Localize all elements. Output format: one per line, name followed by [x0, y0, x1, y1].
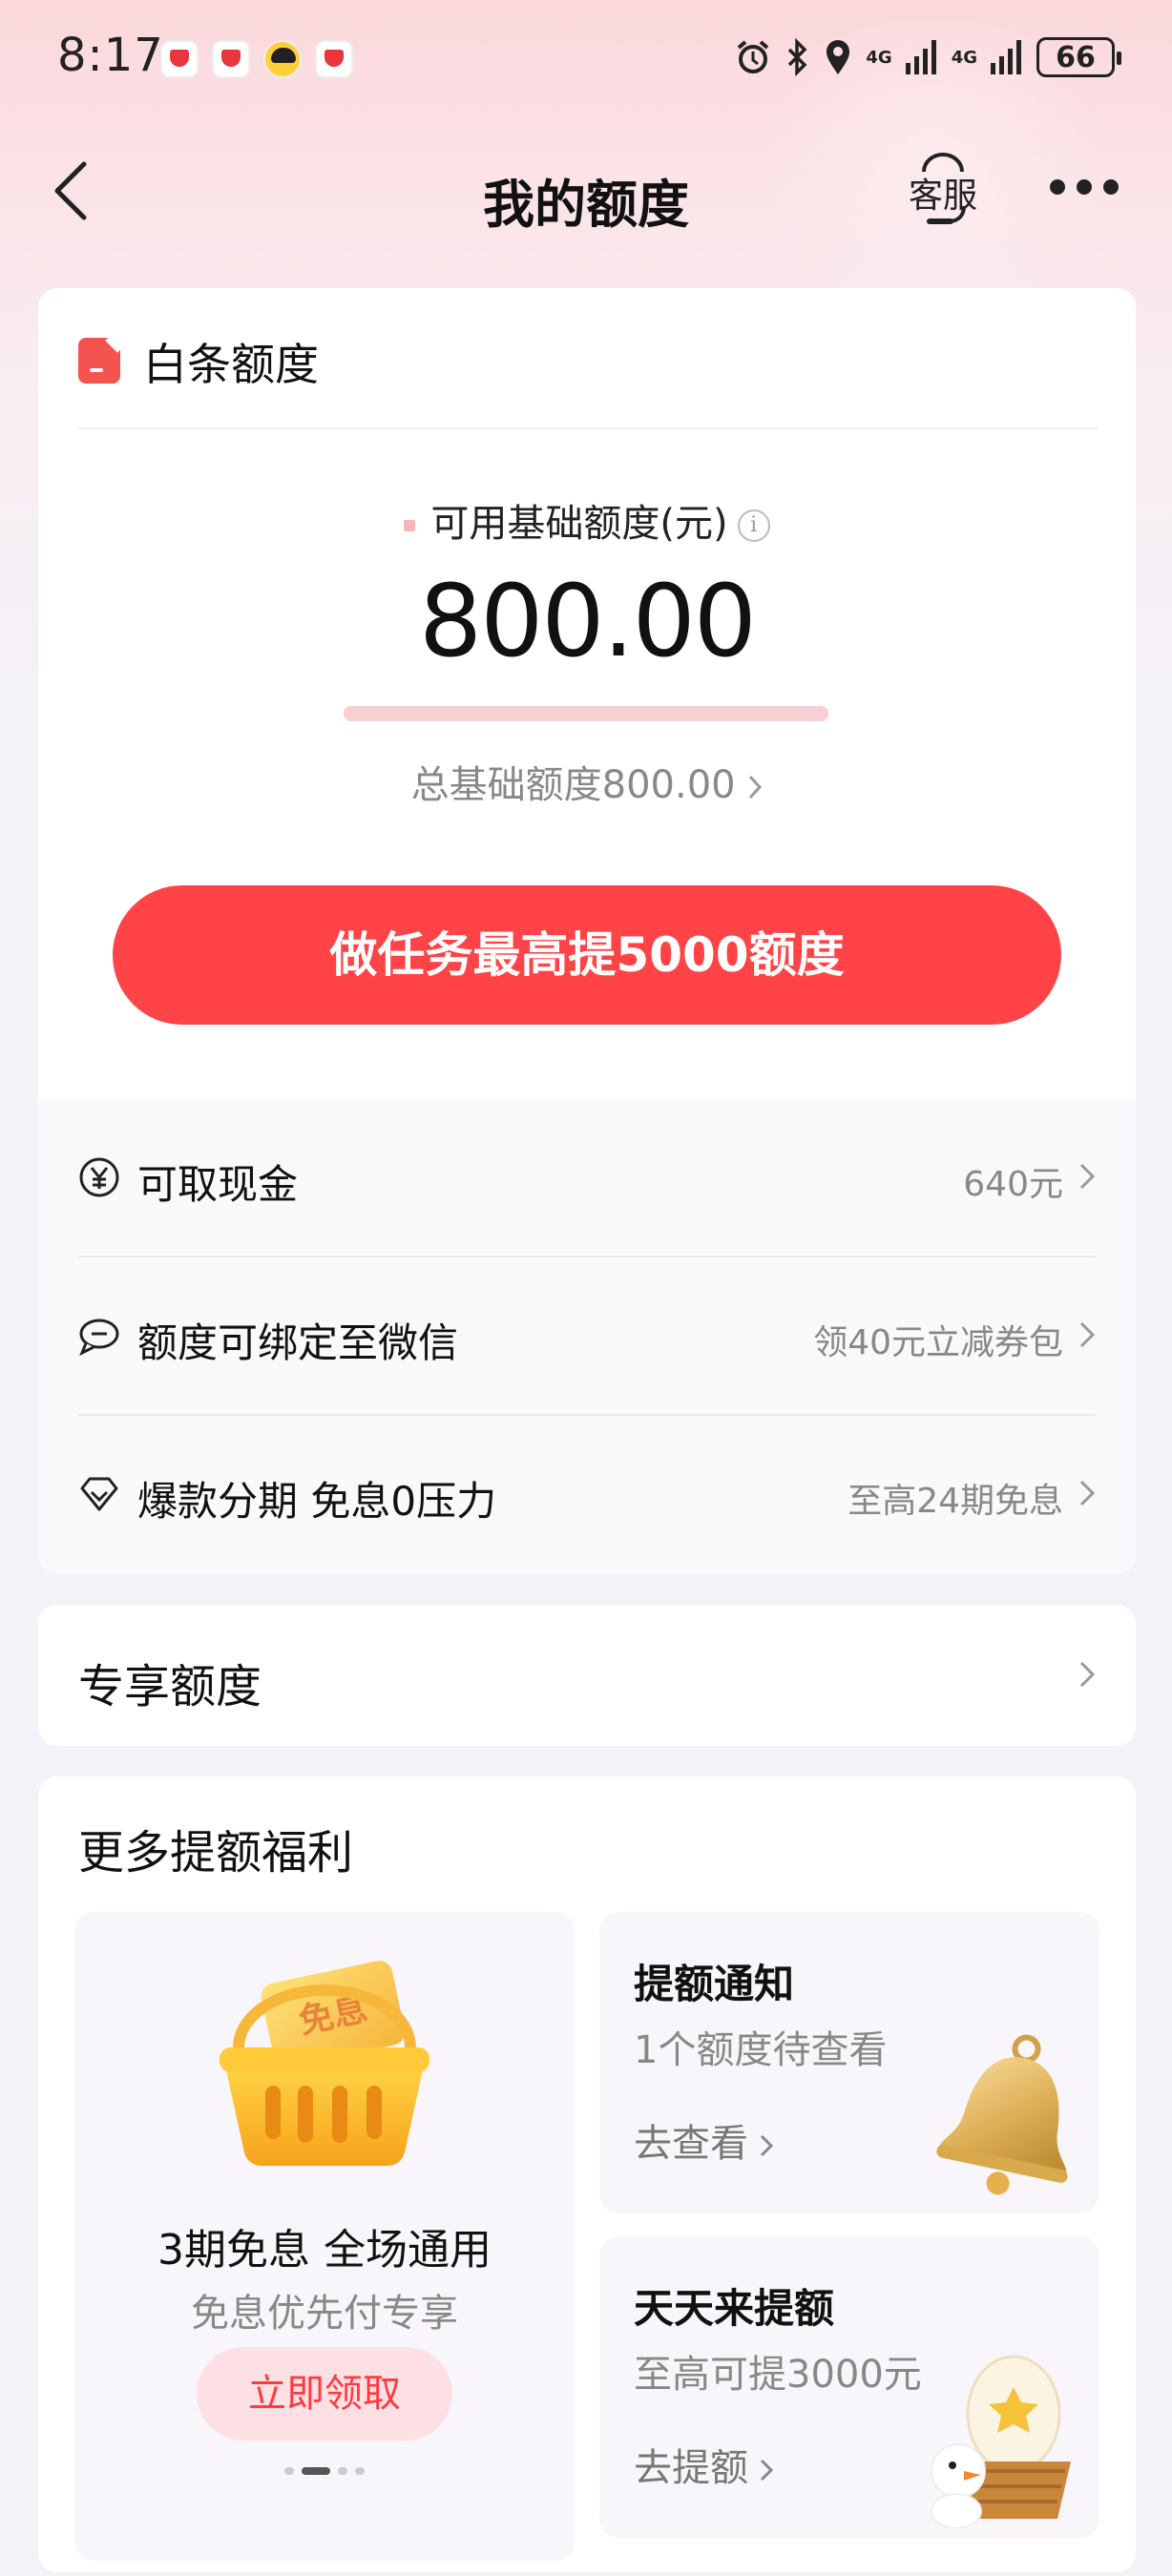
more-benefits-card: 更多提额福利 免息 3期免息 全场通用 免息优先付专享 立即领取 提额通知 1个…: [38, 1776, 1136, 2572]
perk-label: 爆款分期 免息0压力: [137, 1478, 497, 1525]
perk-value: 领40元立减券包: [813, 1323, 1063, 1362]
signal-icon: [905, 40, 936, 74]
promo-subtitle: 免息优先付专享: [191, 2292, 458, 2336]
chat-icon: [79, 1319, 119, 1357]
mini-card-subtitle: 至高可提3000元: [634, 2353, 922, 2397]
more-benefits-title: 更多提额福利: [78, 1826, 354, 1880]
chevron-right-icon: [1079, 1661, 1096, 1688]
signal-icon: [991, 40, 1021, 74]
daily-boost-card[interactable]: 天天来提额 至高可提3000元 去提额: [599, 2236, 1099, 2538]
perks-list: 可取现金 640元 额度可绑定至微信 领40元立减券包 爆款分期 免息0压力 至…: [38, 1099, 1136, 1574]
quota-card: 白条额度 可用基础额度(元) i 800.00 总基础额度800.00 做任务最高…: [38, 288, 1136, 1574]
chevron-right-icon: [1079, 1321, 1096, 1348]
notification-app-icon: [160, 40, 199, 78]
location-icon: [827, 40, 850, 74]
exclusive-quota-row[interactable]: 专享额度: [38, 1605, 1136, 1746]
quota-card-title: 白条额度: [143, 339, 319, 390]
chevron-right-icon: [749, 775, 763, 800]
battery-indicator: 66: [1036, 37, 1121, 77]
perk-installment[interactable]: 爆款分期 免息0压力 至高24期免息: [38, 1416, 1136, 1572]
iou-icon: [78, 338, 120, 384]
quota-progress-fill: [344, 706, 828, 721]
status-bar: 8:17 4G 4G 66: [0, 0, 1172, 114]
chevron-right-icon: [760, 2134, 773, 2157]
boost-link[interactable]: 去提额: [634, 2437, 773, 2492]
duck-egg-icon: [931, 2355, 1071, 2528]
page-title: 我的额度: [483, 175, 689, 235]
info-icon[interactable]: i: [737, 509, 770, 542]
mini-card-title: 提额通知: [634, 1961, 795, 2007]
perk-label: 可取现金: [137, 1161, 299, 1208]
system-icons: 4G 4G 66: [734, 34, 1121, 80]
available-quota-label: 可用基础额度(元) i: [38, 492, 1136, 548]
bluetooth-icon: [788, 38, 807, 76]
available-quota-amount: 800.00: [419, 563, 757, 679]
view-link-label: 去查看: [634, 2122, 748, 2166]
perk-cash[interactable]: 可取现金 640元: [38, 1099, 1136, 1256]
perk-label: 额度可绑定至微信: [137, 1319, 459, 1366]
claim-now-button[interactable]: 立即领取: [197, 2347, 452, 2441]
mini-card-subtitle: 1个额度待查看: [634, 2028, 888, 2072]
chevron-right-icon: [760, 2459, 773, 2482]
legend-dot: [404, 520, 416, 531]
perk-value: 640元: [963, 1165, 1063, 1204]
view-link[interactable]: 去查看: [634, 2112, 773, 2168]
total-quota-text: 总基础额度800.00: [410, 763, 736, 807]
notification-app-icon: [212, 40, 250, 78]
customer-service-label: 客服: [908, 177, 977, 216]
diamond-icon: [80, 1477, 118, 1511]
bell-icon: [936, 2034, 1068, 2195]
total-quota-link[interactable]: 总基础额度800.00: [38, 754, 1136, 809]
customer-service-button[interactable]: 客服: [903, 151, 983, 237]
notification-app-icon: [315, 40, 353, 78]
more-options-button[interactable]: [1050, 179, 1119, 198]
basket-icon: 免息: [220, 1961, 429, 2167]
boost-link-label: 去提额: [634, 2446, 748, 2490]
exclusive-quota-title: 专享额度: [78, 1660, 262, 1714]
network-type-1: 4G: [866, 47, 892, 68]
mini-card-title: 天天来提额: [634, 2285, 835, 2332]
chevron-right-icon: [1079, 1480, 1096, 1506]
promo-card[interactable]: 免息 3期免息 全场通用 免息优先付专享 立即领取: [74, 1912, 575, 2561]
carousel-indicator: [74, 2467, 575, 2475]
notification-qq-icon: [263, 40, 302, 78]
divider: [78, 427, 1098, 429]
perk-value: 至高24期免息: [848, 1482, 1063, 1521]
perk-wechat[interactable]: 额度可绑定至微信 领40元立减券包: [38, 1257, 1136, 1414]
quota-progress-bar: [344, 706, 828, 721]
promo-title: 3期免息 全场通用: [157, 2226, 492, 2275]
yuan-icon: [79, 1157, 119, 1197]
status-time: 8:17: [57, 29, 164, 82]
nav-bar: 我的额度 客服: [0, 134, 1172, 248]
alarm-icon: [738, 40, 769, 73]
quota-notice-card[interactable]: 提额通知 1个额度待查看 去查看: [599, 1912, 1099, 2213]
network-type-2: 4G: [951, 47, 977, 68]
available-quota-text: 可用基础额度(元): [430, 502, 728, 546]
boost-quota-button[interactable]: 做任务最高提5000额度: [113, 885, 1061, 1025]
chevron-right-icon: [1079, 1163, 1096, 1190]
quota-card-header: 白条额度: [38, 288, 1136, 427]
